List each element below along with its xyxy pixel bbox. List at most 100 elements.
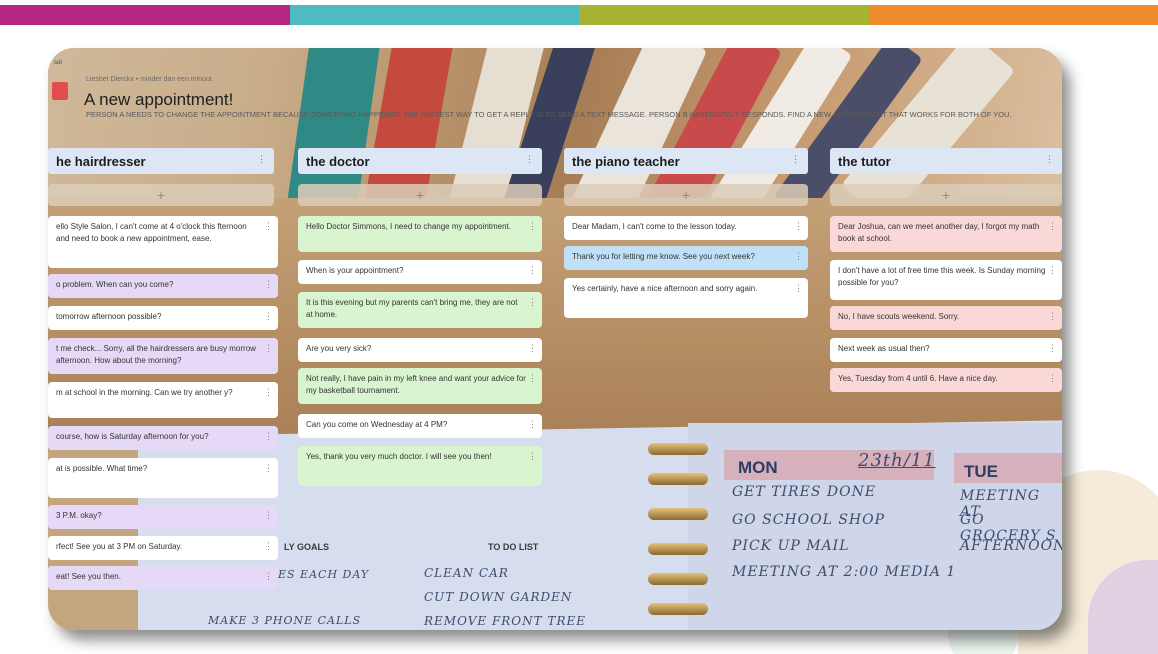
post-text: Yes certainly, have a nice afternoon and…: [572, 284, 758, 293]
post-card[interactable]: eat! See you then. ⋮: [48, 566, 278, 590]
post-card[interactable]: Can you come on Wednesday at 4 PM? ⋮: [298, 414, 542, 438]
post-card[interactable]: Dear Joshua, can we meet another day, I …: [830, 216, 1062, 252]
post-menu-icon[interactable]: ⋮: [264, 310, 273, 322]
column-menu-icon[interactable]: ⋮: [791, 154, 800, 165]
post-card[interactable]: Not really, I have pain in my left knee …: [298, 368, 542, 404]
post-menu-icon[interactable]: ⋮: [528, 342, 537, 354]
column-header-piano-teacher[interactable]: the piano teacher ⋮: [564, 148, 808, 174]
planner-mon: MON: [738, 458, 778, 477]
planner-goal-item: ES EACH DAY: [278, 568, 370, 581]
post-menu-icon[interactable]: ⋮: [794, 250, 803, 262]
add-post-button[interactable]: +: [564, 184, 808, 206]
post-card[interactable]: Dear Madam, I can't come to the lesson t…: [564, 216, 808, 240]
post-card[interactable]: Next week as usual then? ⋮: [830, 338, 1062, 362]
post-menu-icon[interactable]: ⋮: [264, 430, 273, 442]
post-card[interactable]: When is your appointment? ⋮: [298, 260, 542, 284]
post-menu-icon[interactable]: ⋮: [264, 278, 273, 290]
post-menu-icon[interactable]: ⋮: [528, 264, 537, 276]
post-text: No, I have scouts weekend. Sorry.: [838, 312, 960, 321]
post-menu-icon[interactable]: ⋮: [528, 372, 537, 384]
post-card[interactable]: tomorrow afternoon possible? ⋮: [48, 306, 278, 330]
notebook-ring: [648, 603, 708, 615]
post-menu-icon[interactable]: ⋮: [1048, 372, 1057, 384]
post-menu-icon[interactable]: ⋮: [264, 220, 273, 232]
post-menu-icon[interactable]: ⋮: [528, 296, 537, 308]
post-menu-icon[interactable]: ⋮: [794, 282, 803, 294]
post-text: I don't have a lot of free time this wee…: [838, 266, 1046, 287]
post-card[interactable]: I don't have a lot of free time this wee…: [830, 260, 1062, 300]
post-menu-icon[interactable]: ⋮: [528, 220, 537, 232]
post-menu-icon[interactable]: ⋮: [1048, 342, 1057, 354]
author-avatar: [52, 82, 68, 100]
post-card[interactable]: It is this evening but my parents can't …: [298, 292, 542, 328]
planner-todo-label: TO DO LIST: [488, 542, 539, 552]
post-text: t me check... Sorry, all the hairdresser…: [56, 344, 256, 365]
board-header: sol Liesbet Dierckx • minder dan een min…: [48, 48, 1062, 148]
add-post-button[interactable]: +: [830, 184, 1062, 206]
post-card[interactable]: 3 P.M. okay? ⋮: [48, 505, 278, 529]
planner-todo-item: REMOVE FRONT TREE: [424, 614, 587, 628]
post-menu-icon[interactable]: ⋮: [264, 462, 273, 474]
post-card[interactable]: Yes certainly, have a nice afternoon and…: [564, 278, 808, 318]
post-menu-icon[interactable]: ⋮: [264, 342, 273, 354]
post-menu-icon[interactable]: ⋮: [264, 570, 273, 582]
post-menu-icon[interactable]: ⋮: [1048, 310, 1057, 322]
post-menu-icon[interactable]: ⋮: [1048, 264, 1057, 276]
post-text: Yes, Tuesday from 4 until 6. Have a nice…: [838, 374, 998, 383]
column-title: the doctor: [306, 154, 370, 169]
post-menu-icon[interactable]: ⋮: [264, 509, 273, 521]
post-card[interactable]: ello Style Salon, I can't come at 4 o'cl…: [48, 216, 278, 268]
post-text: It is this evening but my parents can't …: [306, 298, 518, 319]
post-card[interactable]: Yes, Tuesday from 4 until 6. Have a nice…: [830, 368, 1062, 392]
post-text: Yes, thank you very much doctor. I will …: [306, 452, 492, 461]
notebook-ring: [648, 573, 708, 585]
post-text: Thank you for letting me know. See you n…: [572, 252, 755, 261]
column-menu-icon[interactable]: ⋮: [1045, 154, 1054, 165]
planner-tue-item: AFTERNOON: [960, 538, 1062, 554]
post-menu-icon[interactable]: ⋮: [794, 220, 803, 232]
planner-mon-item: PICK UP MAIL: [732, 538, 850, 554]
post-card[interactable]: Thank you for letting me know. See you n…: [564, 246, 808, 270]
post-card[interactable]: at is possible. What time? ⋮: [48, 458, 278, 498]
post-menu-icon[interactable]: ⋮: [528, 450, 537, 462]
column-menu-icon[interactable]: ⋮: [525, 154, 534, 165]
post-card[interactable]: rfect! See you at 3 PM on Saturday. ⋮: [48, 536, 278, 560]
column-title: the tutor: [838, 154, 891, 169]
post-text: Next week as usual then?: [838, 344, 930, 353]
post-card[interactable]: No, I have scouts weekend. Sorry. ⋮: [830, 306, 1062, 330]
post-text: o problem. When can you come?: [56, 280, 174, 289]
post-menu-icon[interactable]: ⋮: [264, 386, 273, 398]
post-text: Dear Madam, I can't come to the lesson t…: [572, 222, 737, 231]
post-text: eat! See you then.: [56, 572, 121, 581]
stripe-teal: [289, 5, 579, 25]
notebook-ring: [648, 473, 708, 485]
column-header-hairdresser[interactable]: he hairdresser ⋮: [48, 148, 274, 174]
post-text: at is possible. What time?: [56, 464, 148, 473]
post-card[interactable]: t me check... Sorry, all the hairdresser…: [48, 338, 278, 374]
column-title: the piano teacher: [572, 154, 680, 169]
planner-todo-item: CUT DOWN GARDEN: [424, 590, 573, 604]
stripe-green: [579, 5, 869, 25]
post-menu-icon[interactable]: ⋮: [1048, 220, 1057, 232]
post-menu-icon[interactable]: ⋮: [264, 540, 273, 552]
post-menu-icon[interactable]: ⋮: [528, 418, 537, 430]
post-card[interactable]: Are you very sick? ⋮: [298, 338, 542, 362]
post-card[interactable]: course, how is Saturday afternoon for yo…: [48, 426, 278, 450]
post-text: Can you come on Wednesday at 4 PM?: [306, 420, 448, 429]
notebook-ring: [648, 443, 708, 455]
add-post-button[interactable]: +: [298, 184, 542, 206]
column-menu-icon[interactable]: ⋮: [257, 154, 266, 165]
add-post-button[interactable]: +: [48, 184, 274, 206]
padlet-screenshot: MON 23th/11 TUE GET TIRES DONE GO SCHOOL…: [48, 48, 1062, 630]
post-card[interactable]: o problem. When can you come? ⋮: [48, 274, 278, 298]
notebook-ring: [648, 508, 708, 520]
post-card[interactable]: Hello Doctor Simmons, I need to change m…: [298, 216, 542, 252]
post-text: Dear Joshua, can we meet another day, I …: [838, 222, 1040, 243]
planner-date: 23th/11: [858, 450, 936, 471]
post-card[interactable]: Yes, thank you very much doctor. I will …: [298, 446, 542, 486]
column-header-tutor[interactable]: the tutor ⋮: [830, 148, 1062, 174]
column-header-doctor[interactable]: the doctor ⋮: [298, 148, 542, 174]
board-description: PERSON A NEEDS TO CHANGE THE APPOINTMENT…: [86, 110, 1012, 119]
post-card[interactable]: m at school in the morning. Can we try a…: [48, 382, 278, 418]
planner-mon-item: GO SCHOOL SHOP: [732, 512, 886, 528]
